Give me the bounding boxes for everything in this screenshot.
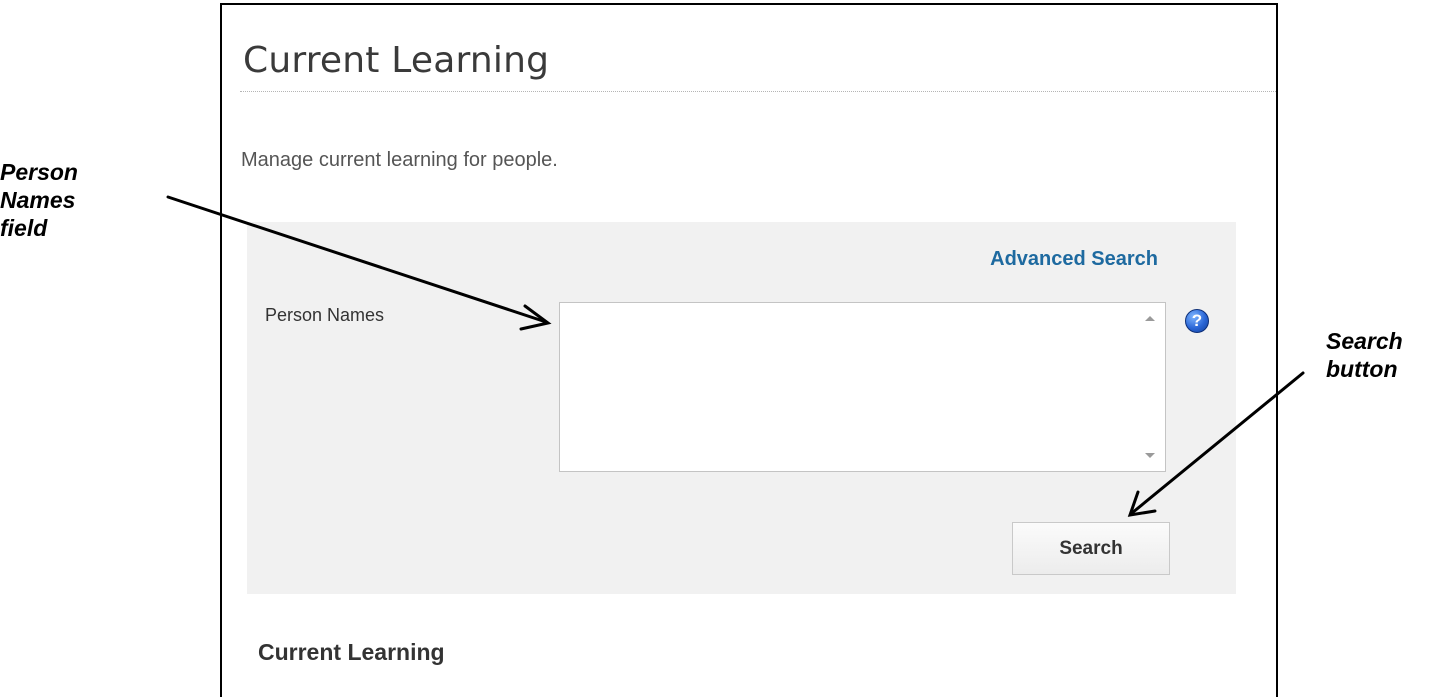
person-names-input[interactable] <box>560 303 1134 471</box>
person-names-label: Person Names <box>265 305 385 325</box>
annotation-line: field <box>0 215 48 241</box>
annotation-person-names-field: Person Names field <box>0 158 78 242</box>
advanced-search-link[interactable]: Advanced Search <box>990 248 1158 271</box>
search-button[interactable]: Search <box>1012 522 1170 575</box>
annotated-screenshot: Person Names field Search button Current… <box>0 0 1449 698</box>
annotation-line: Person <box>0 159 78 185</box>
search-panel: Advanced Search Person Names ? Search <box>247 222 1236 594</box>
annotation-line: button <box>1326 356 1398 382</box>
current-learning-heading: Current Learning <box>258 639 445 665</box>
annotation-search-button: Search button <box>1326 327 1403 383</box>
page-title: Current Learning <box>243 40 550 81</box>
page-description: Manage current learning for people. <box>241 149 558 171</box>
scroll-down-arrow-icon[interactable] <box>1145 453 1155 458</box>
screenshot-frame: Current Learning Manage current learning… <box>220 3 1278 697</box>
title-divider <box>240 91 1276 92</box>
help-icon[interactable]: ? <box>1185 309 1209 333</box>
annotation-line: Names <box>0 187 76 213</box>
scroll-up-arrow-icon[interactable] <box>1145 316 1155 321</box>
person-names-scrollbar[interactable] <box>1135 303 1165 471</box>
person-names-field[interactable] <box>559 302 1166 472</box>
annotation-line: Search <box>1326 328 1403 354</box>
